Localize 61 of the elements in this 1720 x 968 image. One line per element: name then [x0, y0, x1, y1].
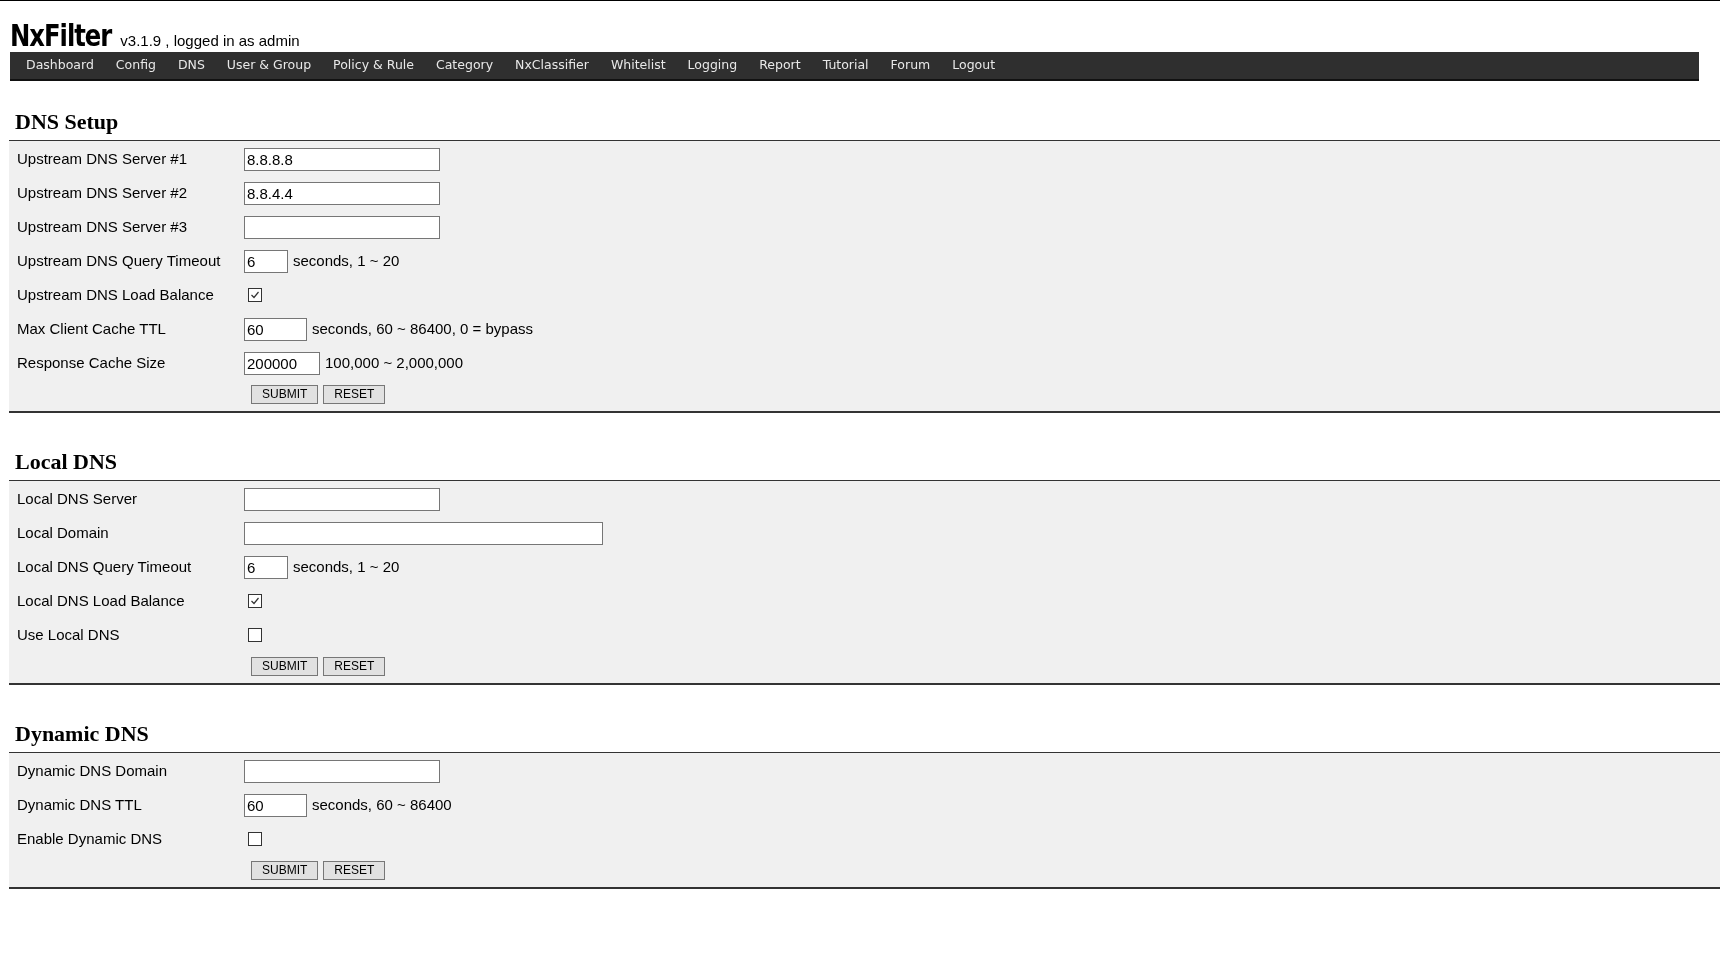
form-button[interactable]: RESET	[323, 384, 386, 404]
nav-link[interactable]: Tutorial	[822, 56, 869, 75]
field-label: Upstream DNS Server #2	[16, 182, 189, 203]
checkbox[interactable]	[248, 628, 262, 642]
input-field[interactable]	[244, 215, 440, 239]
field-label: Upstream DNS Server #1	[16, 148, 189, 169]
form-button[interactable]: RESET	[323, 860, 386, 880]
nav-link[interactable]: NxClassifier	[515, 56, 589, 75]
input-field[interactable]: 8.8.4.4	[244, 181, 440, 205]
input-field[interactable]: 6	[244, 249, 288, 273]
field-label: Upstream DNS Load Balance	[16, 284, 215, 305]
nav-link[interactable]: Policy & Rule	[333, 56, 414, 75]
nav-link[interactable]: Category	[435, 56, 494, 75]
field-hint: seconds, 60 ~ 86400, 0 = bypass	[312, 318, 533, 339]
input-field[interactable]: 60	[244, 317, 307, 341]
field-label: Max Client Cache TTL	[16, 318, 167, 339]
field-label: Local Domain	[16, 522, 110, 543]
input-field[interactable]: 60	[244, 793, 307, 817]
version-info: v3.1.9 , logged in as admin	[120, 33, 300, 48]
form-button[interactable]: RESET	[323, 656, 386, 676]
field-hint: seconds, 60 ~ 86400	[312, 794, 452, 815]
checkbox[interactable]	[248, 832, 262, 846]
section-title: DNS Setup	[14, 109, 120, 136]
nav-link[interactable]: Logout	[952, 56, 996, 75]
nav-link[interactable]: DNS	[177, 56, 205, 75]
check-icon	[250, 290, 260, 300]
field-label: Local DNS Load Balance	[16, 590, 186, 611]
checkbox[interactable]	[248, 288, 262, 302]
input-field[interactable]	[244, 487, 440, 511]
field-label: Response Cache Size	[16, 352, 167, 373]
section-title: Dynamic DNS	[14, 721, 150, 748]
input-field[interactable]: 6	[244, 555, 288, 579]
input-field[interactable]	[244, 759, 440, 783]
nav-link[interactable]: Logging	[687, 56, 738, 75]
check-icon	[250, 596, 260, 606]
input-field[interactable]: 200000	[244, 351, 320, 375]
logo: NxFilter	[10, 20, 112, 51]
field-label: Dynamic DNS TTL	[16, 794, 143, 815]
field-label: Use Local DNS	[16, 624, 121, 645]
field-label: Enable Dynamic DNS	[16, 828, 164, 849]
form-button[interactable]: SUBMIT	[251, 384, 319, 404]
input-field[interactable]: 8.8.8.8	[244, 147, 440, 171]
field-hint: seconds, 1 ~ 20	[293, 556, 400, 577]
form-button[interactable]: SUBMIT	[251, 656, 319, 676]
nav-link[interactable]: Forum	[890, 56, 931, 75]
section-title: Local DNS	[14, 449, 119, 476]
field-label: Dynamic DNS Domain	[16, 760, 169, 781]
nav-link[interactable]: Dashboard	[26, 56, 94, 75]
field-label: Upstream DNS Server #3	[16, 216, 189, 237]
field-label: Local DNS Server	[16, 488, 139, 509]
field-label: Local DNS Query Timeout	[16, 556, 193, 577]
input-field[interactable]	[244, 521, 603, 545]
field-hint: 100,000 ~ 2,000,000	[325, 352, 464, 373]
field-hint: seconds, 1 ~ 20	[293, 250, 400, 271]
form-button[interactable]: SUBMIT	[251, 860, 319, 880]
nav-link[interactable]: Report	[759, 56, 801, 75]
nav-link[interactable]: Config	[115, 56, 156, 75]
nav-link[interactable]: User & Group	[226, 56, 312, 75]
nav-link[interactable]: Whitelist	[610, 56, 666, 75]
field-label: Upstream DNS Query Timeout	[16, 250, 222, 271]
checkbox[interactable]	[248, 594, 262, 608]
